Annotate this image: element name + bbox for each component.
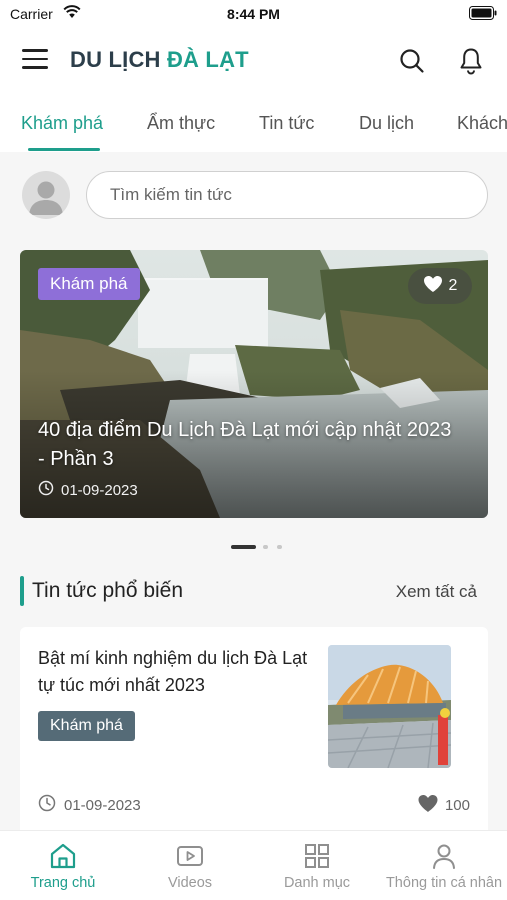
- nav-profile-label: Thông tin cá nhân: [385, 875, 503, 891]
- grid-icon: [302, 841, 332, 871]
- app-title: DU LỊCH ĐÀ LẠT: [70, 47, 249, 73]
- active-tab-indicator: [28, 148, 100, 151]
- nav-home-label: Trang chủ: [30, 875, 96, 891]
- clock-icon: [38, 794, 56, 816]
- battery-icon: [469, 6, 497, 25]
- news-thumbnail[interactable]: [328, 645, 451, 768]
- tab-am-thuc[interactable]: Ẩm thực: [147, 113, 215, 134]
- app-title-part2: ĐÀ LẠT: [166, 47, 249, 72]
- news-card[interactable]: Bật mí kinh nghiệm du lịch Đà Lạt tự túc…: [20, 627, 488, 837]
- featured-category-tag[interactable]: Khám phá: [38, 268, 140, 300]
- featured-like-count: 2: [448, 277, 458, 294]
- app-header: DU LỊCH ĐÀ LẠT: [0, 38, 507, 84]
- heart-icon: [423, 275, 443, 298]
- featured-like-button[interactable]: 2: [408, 268, 472, 304]
- bottom-navigation: Trang chủ Videos Danh mục Thông tin cá n…: [0, 830, 507, 900]
- search-field[interactable]: [86, 171, 488, 219]
- featured-date: 01-09-2023: [38, 480, 138, 500]
- clock: 8:44 PM: [227, 6, 280, 22]
- menu-icon[interactable]: [22, 49, 48, 71]
- carousel-indicator: [0, 545, 507, 551]
- user-icon: [429, 841, 459, 871]
- carousel-dot-active[interactable]: [231, 545, 256, 549]
- news-title[interactable]: Bật mí kinh nghiệm du lịch Đà Lạt tự túc…: [38, 645, 320, 699]
- app-title-part1: DU LỊCH: [70, 47, 161, 72]
- tab-tin-tuc[interactable]: Tin tức: [259, 113, 314, 134]
- nav-categories-label: Danh mục: [283, 875, 351, 891]
- main-content: Khám phá 2 40 địa điểm Du Lịch Đà Lạt mớ…: [0, 152, 507, 837]
- tab-khach[interactable]: Khách: [457, 113, 507, 134]
- featured-date-text: 01-09-2023: [61, 481, 138, 499]
- clock-icon: [38, 480, 54, 500]
- tab-kham-pha[interactable]: Khám phá: [21, 113, 103, 134]
- category-tabs: Khám phá Ẩm thực Tin tức Du lịch Khách: [0, 100, 507, 152]
- bell-icon[interactable]: [458, 47, 484, 75]
- featured-banner[interactable]: Khám phá 2 40 địa điểm Du Lịch Đà Lạt mớ…: [20, 250, 488, 518]
- avatar[interactable]: [22, 171, 70, 219]
- nav-home[interactable]: Trang chủ: [0, 831, 126, 900]
- section-title: Tin tức phổ biến: [32, 579, 184, 602]
- carousel-dot[interactable]: [263, 545, 268, 549]
- heart-icon: [417, 794, 439, 817]
- search-icon[interactable]: [399, 48, 425, 74]
- news-date-text: 01-09-2023: [64, 796, 141, 814]
- home-icon: [48, 841, 78, 871]
- news-like-count: 100: [444, 797, 470, 814]
- status-bar: Carrier 8:44 PM: [0, 0, 507, 30]
- nav-profile[interactable]: Thông tin cá nhân: [381, 831, 507, 900]
- featured-title[interactable]: 40 địa điểm Du Lịch Đà Lạt mới cập nhật …: [38, 416, 458, 474]
- search-input[interactable]: [87, 172, 487, 218]
- nav-videos[interactable]: Videos: [127, 831, 253, 900]
- tab-du-lich[interactable]: Du lịch: [359, 113, 414, 134]
- nav-videos-label: Videos: [167, 875, 213, 891]
- news-category-tag[interactable]: Khám phá: [38, 711, 135, 741]
- video-icon: [175, 841, 205, 871]
- see-all-link[interactable]: Xem tất cả: [396, 582, 477, 602]
- news-like-button[interactable]: 100: [417, 794, 470, 817]
- nav-categories[interactable]: Danh mục: [254, 831, 380, 900]
- section-accent-bar: [20, 576, 24, 606]
- carousel-dot[interactable]: [277, 545, 282, 549]
- news-date: 01-09-2023: [38, 794, 141, 816]
